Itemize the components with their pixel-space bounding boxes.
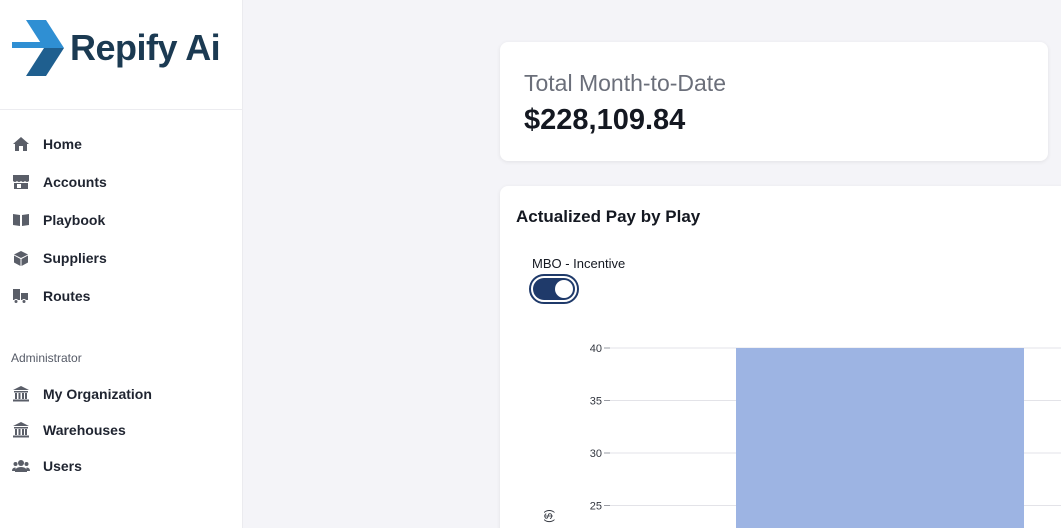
sidebar-item-my-organization[interactable]: My Organization bbox=[11, 381, 152, 407]
sidebar-item-home[interactable]: Home bbox=[11, 131, 82, 157]
sidebar-item-label: Warehouses bbox=[43, 422, 126, 438]
storefront-icon bbox=[11, 172, 31, 192]
sidebar-item-label: Home bbox=[43, 136, 82, 152]
y-tick-label: 40 bbox=[590, 343, 602, 355]
book-icon bbox=[11, 210, 31, 230]
cube-icon bbox=[11, 248, 31, 268]
sidebar-item-label: Users bbox=[43, 458, 82, 474]
sidebar-divider bbox=[0, 109, 243, 110]
bar[interactable] bbox=[736, 348, 1024, 528]
truck-icon bbox=[11, 286, 31, 306]
sidebar-item-label: Accounts bbox=[43, 174, 107, 190]
home-icon bbox=[11, 134, 31, 154]
repify-logo-icon bbox=[12, 20, 64, 76]
sidebar-item-label: Suppliers bbox=[43, 250, 107, 266]
actualized-pay-chart-card: Actualized Pay by Play MBO - Incentive 4… bbox=[500, 186, 1061, 528]
brand-name: Repify Ai bbox=[70, 27, 221, 68]
bank-icon bbox=[11, 384, 31, 404]
y-tick-label: 25 bbox=[590, 501, 602, 513]
month-to-date-value: $228,109.84 bbox=[524, 104, 686, 136]
month-to-date-title: Total Month-to-Date bbox=[524, 70, 726, 96]
y-tick-label: 30 bbox=[590, 448, 602, 460]
bar-chart: 40 35 30 25 ($) bbox=[543, 343, 1061, 528]
sidebar-item-label: Playbook bbox=[43, 212, 106, 228]
bank-icon bbox=[11, 420, 31, 440]
sidebar-item-label: Routes bbox=[43, 288, 91, 304]
sidebar-item-warehouses[interactable]: Warehouses bbox=[11, 417, 126, 443]
sidebar-item-playbook[interactable]: Playbook bbox=[11, 207, 105, 233]
sidebar-item-users[interactable]: Users bbox=[11, 453, 82, 479]
y-tick-label: 35 bbox=[590, 396, 602, 408]
sidebar-item-label: My Organization bbox=[43, 386, 152, 402]
month-to-date-card: Total Month-to-Date $228,109.84 bbox=[500, 42, 1048, 161]
y-axis-label: ($) bbox=[543, 509, 555, 522]
sidebar-item-suppliers[interactable]: Suppliers bbox=[11, 245, 107, 271]
sidebar-item-routes[interactable]: Routes bbox=[11, 283, 90, 309]
admin-section-title: Administrator bbox=[11, 351, 82, 365]
brand-logo[interactable]: Repify Ai bbox=[12, 18, 221, 78]
sidebar: Repify Ai Home Accounts Playbook Supplie… bbox=[0, 0, 243, 528]
users-icon bbox=[11, 456, 31, 476]
sidebar-item-accounts[interactable]: Accounts bbox=[11, 169, 107, 195]
